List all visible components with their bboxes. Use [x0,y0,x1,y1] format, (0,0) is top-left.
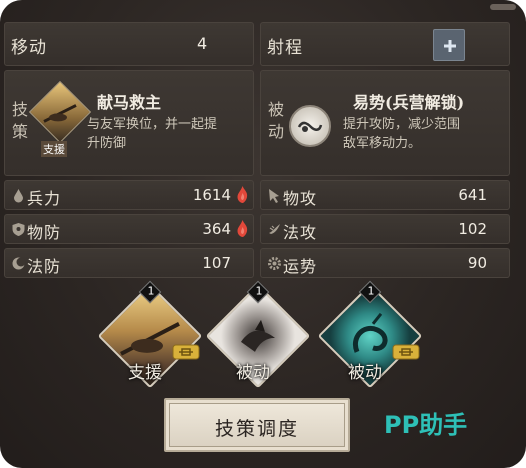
move-label: 移动 [11,38,47,58]
panel-handle[interactable] [490,4,516,10]
slot-label: 被动 [348,363,382,383]
arrow-icon [269,189,279,203]
skill-dispatch-button[interactable]: 技策调度 [164,398,350,452]
skill-side-label: 技策 [11,100,28,141]
range-plus-button[interactable] [433,29,465,61]
passive-title: 易势(兵营解锁) [353,93,465,112]
shield-icon [12,223,25,236]
stat-label: 兵力 [27,189,62,208]
skill-badge: 支援 [41,141,67,157]
skill-desc-2: 升防御 [87,136,127,151]
range-label: 射程 [267,38,303,58]
stat-magic-atk: 法攻 102 [260,214,510,244]
flame-icon [237,186,248,203]
skill-icon-diamond [28,80,92,144]
gear-icon [268,257,281,270]
slot-label: 支援 [128,363,162,383]
stat-value: 107 [202,254,231,272]
range-cell: 射程 [260,22,510,66]
passive-side-label: 被动 [267,100,284,141]
stat-label: 物防 [27,223,62,242]
skill-slot-passive-1[interactable]: 1 被动 [205,280,311,389]
flame-icon [237,220,248,237]
passive-desc-1: 提升攻防，减少范围 [343,117,461,132]
swirl-icon [297,121,323,132]
stat-phys-atk: 物攻 641 [260,180,510,210]
skill-dispatch-label: 技策调度 [214,418,299,440]
skill-slot-passive-2[interactable]: 1 被动 [317,280,423,389]
stat-label: 法攻 [283,223,318,242]
stat-luck: 运势 90 [260,248,510,278]
stat-value: 102 [458,220,487,238]
slot-label: 被动 [236,363,270,383]
horse-spear-icon [43,104,77,123]
stat-value: 1614 [192,186,231,204]
skill-cell-right[interactable]: 被动 易势(兵营解锁) 提升攻防，减少范围 敌军移动力。 [260,70,510,176]
stat-value: 641 [458,186,487,204]
stat-value: 90 [467,254,487,272]
watermark: PP助手 [384,411,468,439]
droplet-icon [14,189,23,203]
passive-desc-2: 敌军移动力。 [343,136,422,151]
skill-cell-left[interactable]: 技策 支援 献马救主 与友军换位，并一起提 升防御 [4,70,254,176]
stat-phys-def: 物防 364 [4,214,254,244]
skill-desc-1: 与友军换位，并一起提 [87,117,218,132]
stat-troops: 兵力 1614 [4,180,254,210]
stat-label: 运势 [283,257,318,276]
wind-icon [269,224,280,234]
unit-detail-panel: 移动 4 射程 技策 支援 献马救主 与友军换位，并一起提 升防御 被动 易势(… [0,0,526,468]
moon-icon [12,257,26,270]
plus-icon [444,40,456,52]
gold-token-icon [392,344,420,360]
gold-token-icon [172,344,200,360]
skill-slot-support[interactable]: 1 支援 [97,280,203,389]
passive-icon [289,105,331,147]
skill-title: 献马救主 [97,93,162,112]
move-cell: 移动 4 [4,22,254,66]
stat-value: 364 [202,220,231,238]
stat-magic-def: 法防 107 [4,248,254,278]
stat-label: 物攻 [283,189,318,208]
stat-label: 法防 [27,257,62,276]
move-value: 4 [197,34,208,53]
